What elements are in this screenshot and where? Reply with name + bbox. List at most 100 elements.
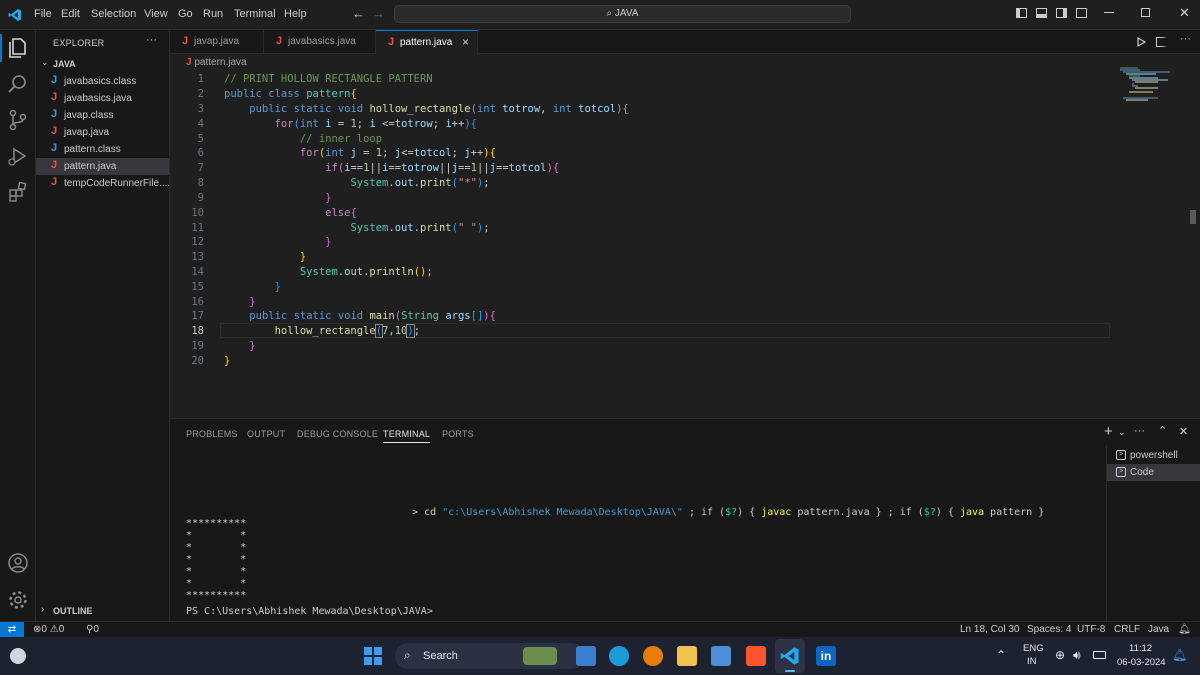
file-item-javap-class[interactable]: J javap.class [36, 107, 169, 124]
file-explorer-icon[interactable] [677, 646, 697, 666]
file-item-javabasics-java[interactable]: J javabasics.java [36, 90, 169, 107]
terminal-icon: > [1116, 450, 1126, 460]
ports-status[interactable]: ⚲0 [86, 624, 99, 635]
volume-icon[interactable]: 🔊︎ [1073, 648, 1081, 663]
remote-indicator-icon[interactable]: ⇄ [0, 622, 24, 638]
file-name: javap.java [64, 127, 110, 138]
tab-javap-java[interactable]: J javap.java [170, 30, 264, 54]
clock-time[interactable]: 11:12 [1129, 643, 1152, 654]
forward-arrow-icon[interactable]: → [372, 6, 385, 21]
network-icon[interactable]: ⊕ [1055, 648, 1065, 662]
encoding[interactable]: UTF-8 [1077, 624, 1105, 635]
copilot-icon[interactable] [576, 646, 596, 666]
minimize-icon[interactable] [1104, 12, 1114, 13]
file-item-tempcoderunner[interactable]: J tempCodeRunnerFile.... [36, 175, 169, 192]
toggle-panel-icon[interactable] [1036, 8, 1047, 18]
store-icon[interactable] [711, 646, 731, 666]
file-item-javap-java[interactable]: J javap.java [36, 124, 169, 141]
terminal[interactable]: > cd "c:\Users\Abhishek Mewada\Desktop\J… [170, 419, 1100, 622]
close-window-icon[interactable]: ✕ [1179, 5, 1190, 21]
outline-section-header[interactable]: › OUTLINE [36, 603, 170, 621]
chevron-down-icon[interactable]: ⌄ [1118, 427, 1126, 438]
edge-icon[interactable] [609, 646, 629, 666]
vscode-logo-icon[interactable] [8, 8, 22, 22]
back-arrow-icon[interactable]: ← [352, 6, 365, 21]
indentation[interactable]: Spaces: 4 [1027, 624, 1071, 635]
run-debug-icon[interactable] [6, 144, 30, 168]
language-mode[interactable]: Java [1148, 624, 1169, 635]
toggle-secondary-sidebar-icon[interactable] [1056, 8, 1067, 18]
new-terminal-button[interactable]: + [1104, 423, 1113, 440]
close-tab-icon[interactable]: × [462, 35, 469, 49]
run-icon[interactable] [1136, 37, 1146, 47]
search-highlight-icon [523, 647, 557, 665]
language-indicator[interactable]: ENG [1023, 643, 1044, 654]
chevron-up-icon[interactable]: ⌃ [996, 648, 1006, 662]
windows-start-icon[interactable] [364, 647, 382, 665]
menu-run[interactable]: Run [203, 8, 223, 20]
weather-icon[interactable] [10, 648, 26, 664]
gear-icon[interactable] [6, 588, 30, 612]
code-line: } [325, 236, 332, 248]
region-indicator[interactable]: IN [1027, 656, 1037, 667]
file-item-pattern-class[interactable]: J pattern.class [36, 141, 169, 158]
line-number: 14 [191, 266, 204, 278]
terminal-item-powershell[interactable]: > powershell [1107, 447, 1200, 464]
account-icon[interactable] [6, 551, 30, 575]
vscode-taskbar-button[interactable] [775, 639, 805, 673]
line-number: 2 [197, 88, 204, 100]
search-label: Search [423, 650, 458, 662]
close-panel-icon[interactable]: ✕ [1179, 425, 1188, 438]
clock-date[interactable]: 06-03-2024 [1117, 657, 1166, 668]
folder-header[interactable]: ⌄ JAVA [36, 57, 169, 71]
search-view-icon[interactable] [6, 72, 30, 96]
extensions-icon[interactable] [6, 180, 30, 204]
more-actions-icon[interactable]: ··· [1180, 33, 1191, 45]
split-editor-icon[interactable] [1156, 37, 1167, 47]
breadcrumb[interactable]: J pattern.java [186, 57, 247, 68]
brave-icon[interactable] [746, 646, 766, 666]
maximize-panel-icon[interactable]: ⌃ [1158, 424, 1167, 437]
menu-terminal[interactable]: Terminal [234, 8, 276, 20]
restore-icon[interactable] [1141, 8, 1150, 17]
notification-bell-icon[interactable]: 🔔︎ [1172, 648, 1187, 662]
menu-edit[interactable]: Edit [61, 8, 80, 20]
terminal-item-code[interactable]: > Code [1107, 464, 1200, 481]
line-number: 7 [197, 162, 204, 174]
terminal-name: powershell [1130, 450, 1178, 461]
menu-file[interactable]: File [34, 8, 52, 20]
source-control-icon[interactable] [6, 108, 30, 132]
folder-name: JAVA [53, 59, 76, 69]
linkedin-icon[interactable]: in [816, 646, 836, 666]
line-number: 5 [197, 133, 204, 145]
menu-selection[interactable]: Selection [91, 8, 136, 20]
file-item-javabasics-class[interactable]: J javabasics.class [36, 73, 169, 90]
terminal-icon: > [1116, 467, 1126, 477]
more-actions-icon[interactable]: ··· [146, 34, 157, 46]
menu-go[interactable]: Go [178, 8, 193, 20]
title-bar: File Edit Selection View Go Run Terminal… [0, 0, 1200, 30]
file-item-pattern-java[interactable]: J pattern.java [36, 158, 169, 175]
explorer-icon[interactable] [6, 36, 30, 60]
notifications-icon[interactable]: 🔔︎ [1178, 624, 1191, 635]
line-ending[interactable]: CRLF [1114, 624, 1140, 635]
menu-view[interactable]: View [144, 8, 168, 20]
minimap[interactable] [1118, 66, 1183, 106]
terminal-name: Code [1130, 467, 1154, 478]
taskbar-search[interactable]: ⌕ Search [395, 643, 585, 669]
editor-scrollbar[interactable] [1190, 210, 1196, 224]
cursor-position[interactable]: Ln 18, Col 30 [960, 624, 1020, 635]
more-actions-icon[interactable]: ··· [1134, 425, 1145, 437]
battery-icon[interactable] [1093, 651, 1106, 659]
command-center[interactable]: ⌕ JAVA [394, 5, 851, 23]
menu-help[interactable]: Help [284, 8, 307, 20]
toggle-sidebar-icon[interactable] [1016, 8, 1027, 18]
code-editor[interactable]: 1 2 3 4 5 6 7 8 9 10 11 12 13 14 15 16 1… [170, 71, 1120, 411]
customize-layout-icon[interactable] [1076, 8, 1087, 18]
problems-status[interactable]: ⊗0 ⚠0 [33, 624, 64, 635]
tab-javabasics-java[interactable]: J javabasics.java [264, 30, 376, 54]
tab-label: javap.java [194, 36, 240, 47]
tab-pattern-java[interactable]: J pattern.java × [376, 30, 478, 54]
blender-icon[interactable] [643, 646, 663, 666]
file-name: javabasics.class [64, 76, 137, 87]
